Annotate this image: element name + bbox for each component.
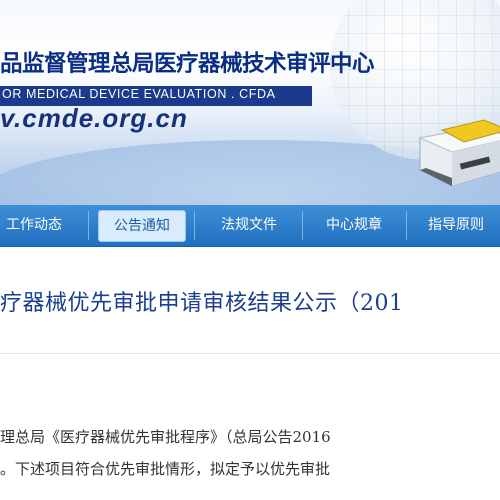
nav-separator bbox=[194, 211, 195, 240]
nav-item-center-rules[interactable]: 中心规章 bbox=[310, 205, 398, 246]
nav-item-announcements[interactable]: 公告通知 bbox=[98, 210, 186, 242]
article-paragraph-line: 。下述项目符合优先审批情形，拟定予以优先审批 bbox=[0, 460, 331, 478]
site-url: v.cmde.org.cn bbox=[0, 103, 188, 133]
nav-separator bbox=[406, 211, 407, 240]
title-divider bbox=[0, 353, 500, 354]
site-title-en: OR MEDICAL DEVICE EVALUATION . CFDA bbox=[2, 87, 276, 101]
article-paragraph-line: 理总局《医疗器械优先审批程序》（总局公告2016 bbox=[0, 428, 331, 446]
main-nav: 工作动态 公告通知 法规文件 中心规章 指导原则 bbox=[0, 205, 500, 247]
article-title: 疗器械优先审批申请审核结果公示（201 bbox=[0, 291, 404, 316]
medical-device-image bbox=[418, 119, 500, 187]
nav-separator bbox=[88, 211, 89, 240]
nav-item-work-news[interactable]: 工作动态 bbox=[0, 205, 74, 246]
site-banner: 品监督管理总局医疗器械技术审评中心 OR MEDICAL DEVICE EVAL… bbox=[0, 0, 500, 205]
nav-separator bbox=[302, 211, 303, 240]
site-title-cn: 品监督管理总局医疗器械技术审评中心 bbox=[0, 51, 375, 77]
nav-item-guidelines[interactable]: 指导原则 bbox=[414, 205, 498, 246]
nav-item-regulations[interactable]: 法规文件 bbox=[204, 205, 294, 246]
